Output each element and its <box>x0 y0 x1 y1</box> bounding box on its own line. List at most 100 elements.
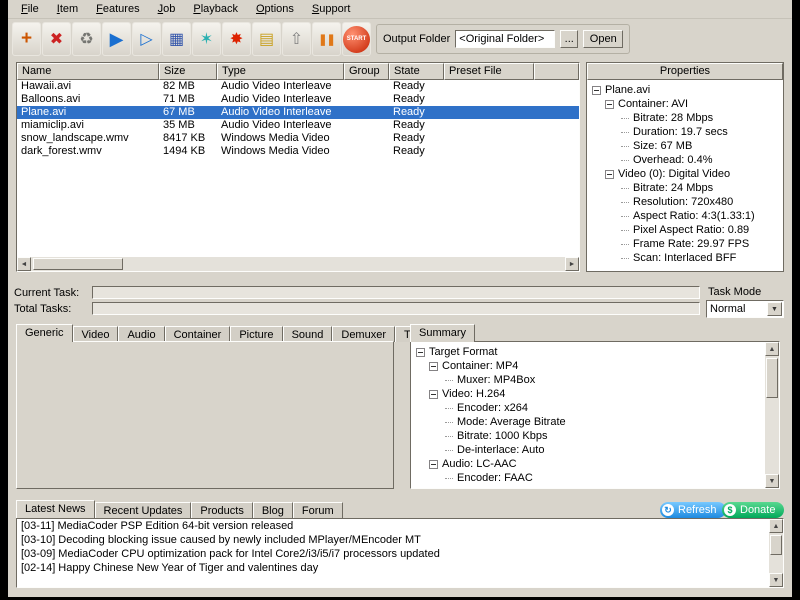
news-item[interactable]: [02-14] Happy Chinese New Year of Tiger … <box>17 561 783 575</box>
file-row[interactable]: Plane.avi 67 MB Audio Video Interleave R… <box>17 106 579 119</box>
tab-picture[interactable]: Picture <box>230 326 282 342</box>
file-row[interactable]: snow_landscape.wmv 8417 KB Windows Media… <box>17 132 579 145</box>
output-folder-field[interactable]: <Original Folder> <box>455 30 555 48</box>
tab-recent-updates[interactable]: Recent Updates <box>95 502 192 518</box>
tree-node[interactable]: Video: H.264 <box>414 387 777 401</box>
file-row[interactable]: dark_forest.wmv 1494 KB Windows Media Vi… <box>17 145 579 158</box>
menu-features[interactable]: Features <box>87 1 148 17</box>
column-header-state[interactable]: State <box>389 63 444 80</box>
scroll-left-icon[interactable] <box>17 257 31 271</box>
expander-icon[interactable] <box>429 460 438 469</box>
start-transcoding-icon[interactable]: ▶ <box>102 22 131 56</box>
column-header-group[interactable]: Group <box>344 63 389 80</box>
tab-products[interactable]: Products <box>191 502 252 518</box>
expander-icon[interactable] <box>416 348 425 357</box>
news-item[interactable]: [03-11] MediaCoder PSP Edition 64-bit ve… <box>17 519 783 533</box>
tree-leaf[interactable]: Bitrate: 24 Mbps <box>590 181 781 195</box>
tab-blog[interactable]: Blog <box>253 502 293 518</box>
file-row[interactable]: miamiclip.avi 35 MB Audio Video Interlea… <box>17 119 579 132</box>
tree-leaf[interactable]: Pixel Aspect Ratio: 0.89 <box>590 223 781 237</box>
tab-summary[interactable]: Summary <box>410 324 475 342</box>
summary-vscrollbar[interactable] <box>765 342 779 488</box>
tree-leaf[interactable]: Encoder: x264 <box>414 401 777 415</box>
scroll-up-icon[interactable] <box>765 342 779 356</box>
play-file-icon[interactable]: ▷ <box>132 22 161 56</box>
tree-leaf[interactable]: Encoder: FAAC <box>414 471 777 485</box>
tree-leaf[interactable]: Mode: Average Bitrate <box>414 415 777 429</box>
vscroll-thumb[interactable] <box>766 358 778 398</box>
analyze-file-icon[interactable]: ▦ <box>162 22 191 56</box>
browse-ellipsis-button[interactable]: ... <box>560 30 578 48</box>
add-file-icon[interactable]: + <box>12 22 41 56</box>
column-header-size[interactable]: Size <box>159 63 217 80</box>
open-button[interactable]: Open <box>583 30 623 48</box>
file-group <box>344 93 389 106</box>
tab-audio[interactable]: Audio <box>118 326 164 342</box>
news-item[interactable]: [03-09] MediaCoder CPU optimization pack… <box>17 547 783 561</box>
tree-leaf[interactable]: Frame Rate: 29.97 FPS <box>590 237 781 251</box>
tree-leaf[interactable]: De-interlace: Auto <box>414 443 777 457</box>
tab-demuxer[interactable]: Demuxer <box>332 326 395 342</box>
menu-file[interactable]: File <box>12 1 48 17</box>
tree-leaf[interactable]: Bitrate: 1000 Kbps <box>414 429 777 443</box>
tree-leaf[interactable]: Aspect Ratio: 4:3(1.33:1) <box>590 209 781 223</box>
expander-icon[interactable] <box>605 100 614 109</box>
tab-generic[interactable]: Generic <box>16 324 73 342</box>
pause-icon[interactable]: ❚❚ <box>312 22 341 56</box>
tree-leaf[interactable]: Muxer: MP4Box <box>414 373 777 387</box>
tab-container[interactable]: Container <box>165 326 231 342</box>
tree-node[interactable]: Plane.avi <box>590 83 781 97</box>
menu-playback[interactable]: Playback <box>184 1 247 17</box>
file-list-hscrollbar[interactable] <box>17 257 579 271</box>
start-glyph: ▶ <box>110 29 124 50</box>
scroll-down-icon[interactable] <box>765 474 779 488</box>
hscroll-thumb[interactable] <box>33 258 123 270</box>
tree-leaf[interactable]: Bitrate: 28 Mbps <box>590 111 781 125</box>
effects-icon[interactable]: ✶ <box>192 22 221 56</box>
tree-node[interactable]: Container: MP4 <box>414 359 777 373</box>
tab-forum[interactable]: Forum <box>293 502 343 518</box>
export-icon[interactable]: ⇧ <box>282 22 311 56</box>
scroll-down-icon[interactable] <box>769 573 783 587</box>
scroll-up-icon[interactable] <box>769 519 783 533</box>
tab-video[interactable]: Video <box>73 326 119 342</box>
chevron-down-icon[interactable] <box>767 302 782 316</box>
file-row[interactable]: Hawaii.avi 82 MB Audio Video Interleave … <box>17 80 579 93</box>
tab-sound[interactable]: Sound <box>283 326 333 342</box>
column-header-name[interactable]: Name <box>17 63 159 80</box>
clear-list-icon[interactable]: ♻ <box>72 22 101 56</box>
tree-node[interactable]: Target Format <box>414 345 777 359</box>
log-icon[interactable]: ▤ <box>252 22 281 56</box>
tree-node[interactable]: Container: AVI <box>590 97 781 111</box>
news-vscrollbar[interactable] <box>769 519 783 587</box>
refresh-button[interactable]: ↻ Refresh <box>660 502 726 518</box>
scroll-right-icon[interactable] <box>565 257 579 271</box>
vscroll-thumb[interactable] <box>770 535 782 555</box>
tree-leaf[interactable]: Scan: Interlaced BFF <box>590 251 781 265</box>
file-row[interactable]: Balloons.avi 71 MB Audio Video Interleav… <box>17 93 579 106</box>
column-header-type[interactable]: Type <box>217 63 344 80</box>
menu-support[interactable]: Support <box>303 1 360 17</box>
tree-leaf[interactable]: Duration: 19.7 secs <box>590 125 781 139</box>
tree-node[interactable]: Video (0): Digital Video <box>590 167 781 181</box>
menu-job[interactable]: Job <box>149 1 185 17</box>
start-button-icon[interactable]: START <box>342 22 371 56</box>
remove-file-icon[interactable]: ✖ <box>42 22 71 56</box>
expander-icon[interactable] <box>429 390 438 399</box>
menu-item[interactable]: Item <box>48 1 87 17</box>
stop-icon[interactable]: ✸ <box>222 22 251 56</box>
tree-leaf[interactable]: Overhead: 0.4% <box>590 153 781 167</box>
tree-node[interactable]: Audio: LC-AAC <box>414 457 777 471</box>
tab-latest-news[interactable]: Latest News <box>16 500 95 518</box>
donate-button[interactable]: $ Donate <box>722 502 784 518</box>
expander-icon[interactable] <box>429 362 438 371</box>
expander-icon[interactable] <box>605 170 614 179</box>
task-mode-dropdown[interactable]: Normal <box>706 300 784 318</box>
tree-leaf[interactable]: Size: 67 MB <box>590 139 781 153</box>
tree-leaf[interactable]: Resolution: 720x480 <box>590 195 781 209</box>
news-item[interactable]: [03-10] Decoding blocking issue caused b… <box>17 533 783 547</box>
properties-header[interactable]: Properties <box>587 63 783 80</box>
menu-options[interactable]: Options <box>247 1 303 17</box>
expander-icon[interactable] <box>592 86 601 95</box>
column-header-preset-file[interactable]: Preset File <box>444 63 534 80</box>
